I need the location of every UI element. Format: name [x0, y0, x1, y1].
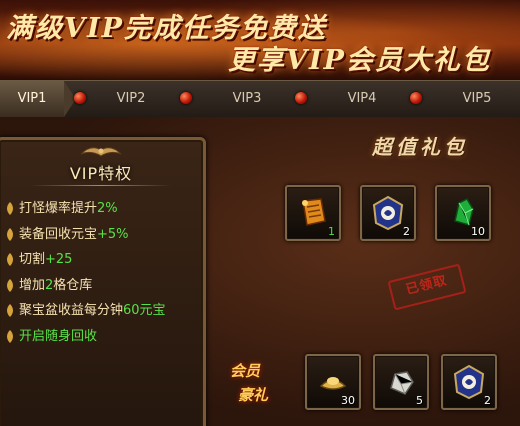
privileges-list: 打怪爆率提升2% 装备回收元宝+5% 切割+25 增加2格仓库 聚宝盆收益每分钟…	[5, 196, 201, 349]
item-quantity: 5	[416, 394, 423, 407]
member-gift-label: 会员 豪礼	[230, 362, 269, 404]
privileges-panel: VIP特权 打怪爆率提升2% 装备回收元宝+5% 切割+25 增加2格仓库 聚宝…	[0, 137, 206, 426]
gold-leaf-icon	[7, 253, 13, 266]
super-pack-slot[interactable]: 10	[435, 185, 491, 241]
item-quantity: 2	[484, 394, 491, 407]
content-area: VIP特权 打怪爆率提升2% 装备回收元宝+5% 切割+25 增加2格仓库 聚宝…	[0, 117, 520, 426]
vip-reward-window: 满级VIP完成任务免费送 更享VIP会员大礼包 VIP1 VIP2 VIP3 V…	[0, 0, 520, 426]
item-quantity: 2	[403, 225, 410, 238]
header-banner: 满级VIP完成任务免费送 更享VIP会员大礼包	[0, 0, 520, 82]
item-quantity: 1	[328, 225, 335, 238]
privilege-item: 增加2格仓库	[5, 273, 201, 299]
gold-leaf-icon	[7, 202, 13, 215]
tab-vip4[interactable]: VIP4	[325, 81, 399, 117]
super-pack-slot[interactable]: 2	[360, 185, 416, 241]
divider-gem-icon	[180, 92, 192, 104]
banner-line-2: 更享VIP会员大礼包	[228, 45, 491, 76]
ornament-icon	[80, 147, 122, 157]
privilege-item: 装备回收元宝+5%	[5, 222, 201, 248]
tab-vip5[interactable]: VIP5	[440, 81, 514, 117]
super-pack-title: 超值礼包	[372, 135, 468, 159]
item-quantity: 30	[341, 394, 355, 407]
privilege-item: 切割+25	[5, 247, 201, 273]
vip-level-tabs: VIP1 VIP2 VIP3 VIP4 VIP5	[0, 80, 520, 118]
privilege-item: 开启随身回收	[5, 324, 201, 350]
tab-vip1[interactable]: VIP1	[0, 81, 76, 117]
member-pack-slot[interactable]: 5	[373, 354, 429, 410]
super-pack-slot[interactable]: 1	[285, 185, 341, 241]
gold-leaf-icon	[7, 304, 13, 317]
gold-leaf-icon	[7, 329, 13, 343]
claimed-stamp: 已领取	[387, 263, 467, 311]
privilege-item: 打怪爆率提升2%	[5, 196, 201, 222]
divider-gem-icon	[295, 92, 307, 104]
blue-badge-icon	[453, 364, 485, 400]
item-quantity: 10	[471, 225, 485, 238]
divider-gem-icon	[74, 92, 86, 104]
tab-vip3[interactable]: VIP3	[210, 81, 284, 117]
divider-gem-icon	[410, 92, 422, 104]
member-pack-slot[interactable]: 30	[305, 354, 361, 410]
member-pack-slot[interactable]: 2	[441, 354, 497, 410]
title-divider	[31, 185, 171, 186]
tab-vip2[interactable]: VIP2	[94, 81, 168, 117]
silver-ore-icon	[390, 371, 414, 395]
privilege-item: 聚宝盆收益每分钟60元宝	[5, 298, 201, 324]
gold-leaf-icon	[7, 278, 13, 292]
privileges-title: VIP特权	[69, 164, 133, 183]
scroll-icon	[302, 198, 326, 226]
gold-leaf-icon	[7, 227, 13, 241]
blue-badge-icon	[372, 195, 404, 231]
